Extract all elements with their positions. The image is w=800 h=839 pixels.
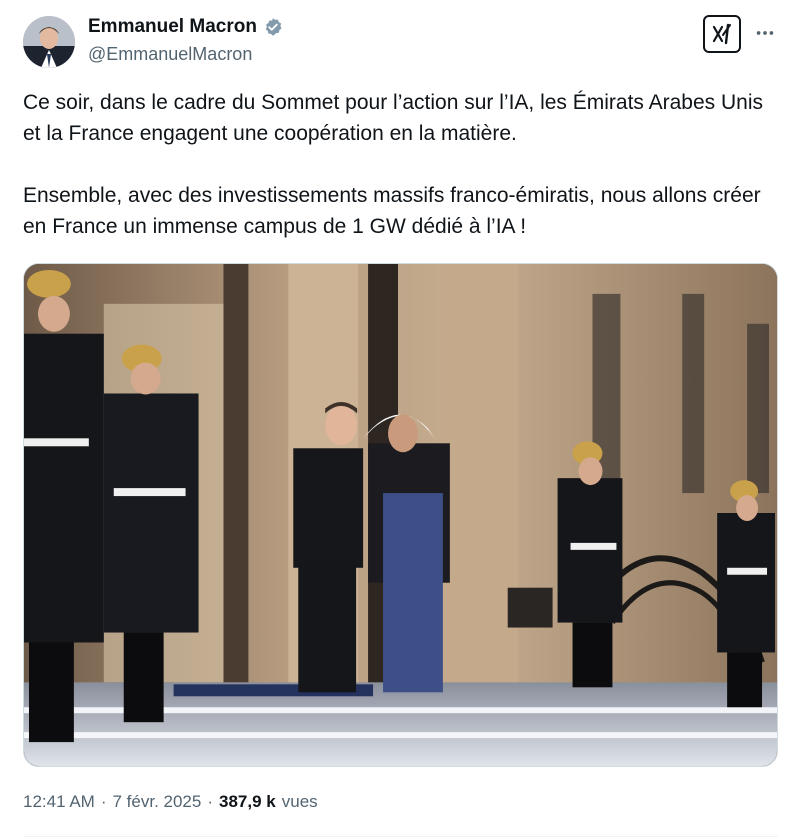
more-button[interactable]: [752, 20, 778, 46]
tweet-paragraph-1: Ce soir, dans le cadre du Sommet pour l’…: [23, 91, 763, 145]
tweet-time[interactable]: 12:41 AM: [23, 792, 95, 812]
meta-separator-2: ·: [207, 792, 214, 811]
grok-icon: [712, 23, 731, 45]
tweet-card: Emmanuel Macron @EmmanuelMacron Ce soir,…: [0, 0, 800, 839]
views-label: vues: [281, 792, 318, 811]
divider: [23, 836, 778, 837]
tweet-date[interactable]: 7 févr. 2025: [113, 792, 202, 812]
avatar[interactable]: [23, 16, 75, 68]
views-count[interactable]: 387,9 k: [219, 792, 276, 812]
author-name-row: Emmanuel Macron: [88, 16, 283, 38]
tweet-meta: 12:41 AM · 7 févr. 2025 · 387,9 k vues: [23, 792, 318, 812]
grok-button[interactable]: [703, 15, 741, 53]
author-handle[interactable]: @EmmanuelMacron: [88, 44, 252, 65]
more-dots-icon: [756, 31, 774, 35]
author-display-name[interactable]: Emmanuel Macron: [88, 16, 257, 38]
verified-badge-icon: [263, 17, 283, 37]
meta-separator: ·: [100, 792, 107, 811]
tweet-photo[interactable]: [23, 263, 778, 767]
tweet-text: Ce soir, dans le cadre du Sommet pour l’…: [23, 87, 768, 242]
tweet-paragraph-2: Ensemble, avec des investissements massi…: [23, 184, 761, 238]
